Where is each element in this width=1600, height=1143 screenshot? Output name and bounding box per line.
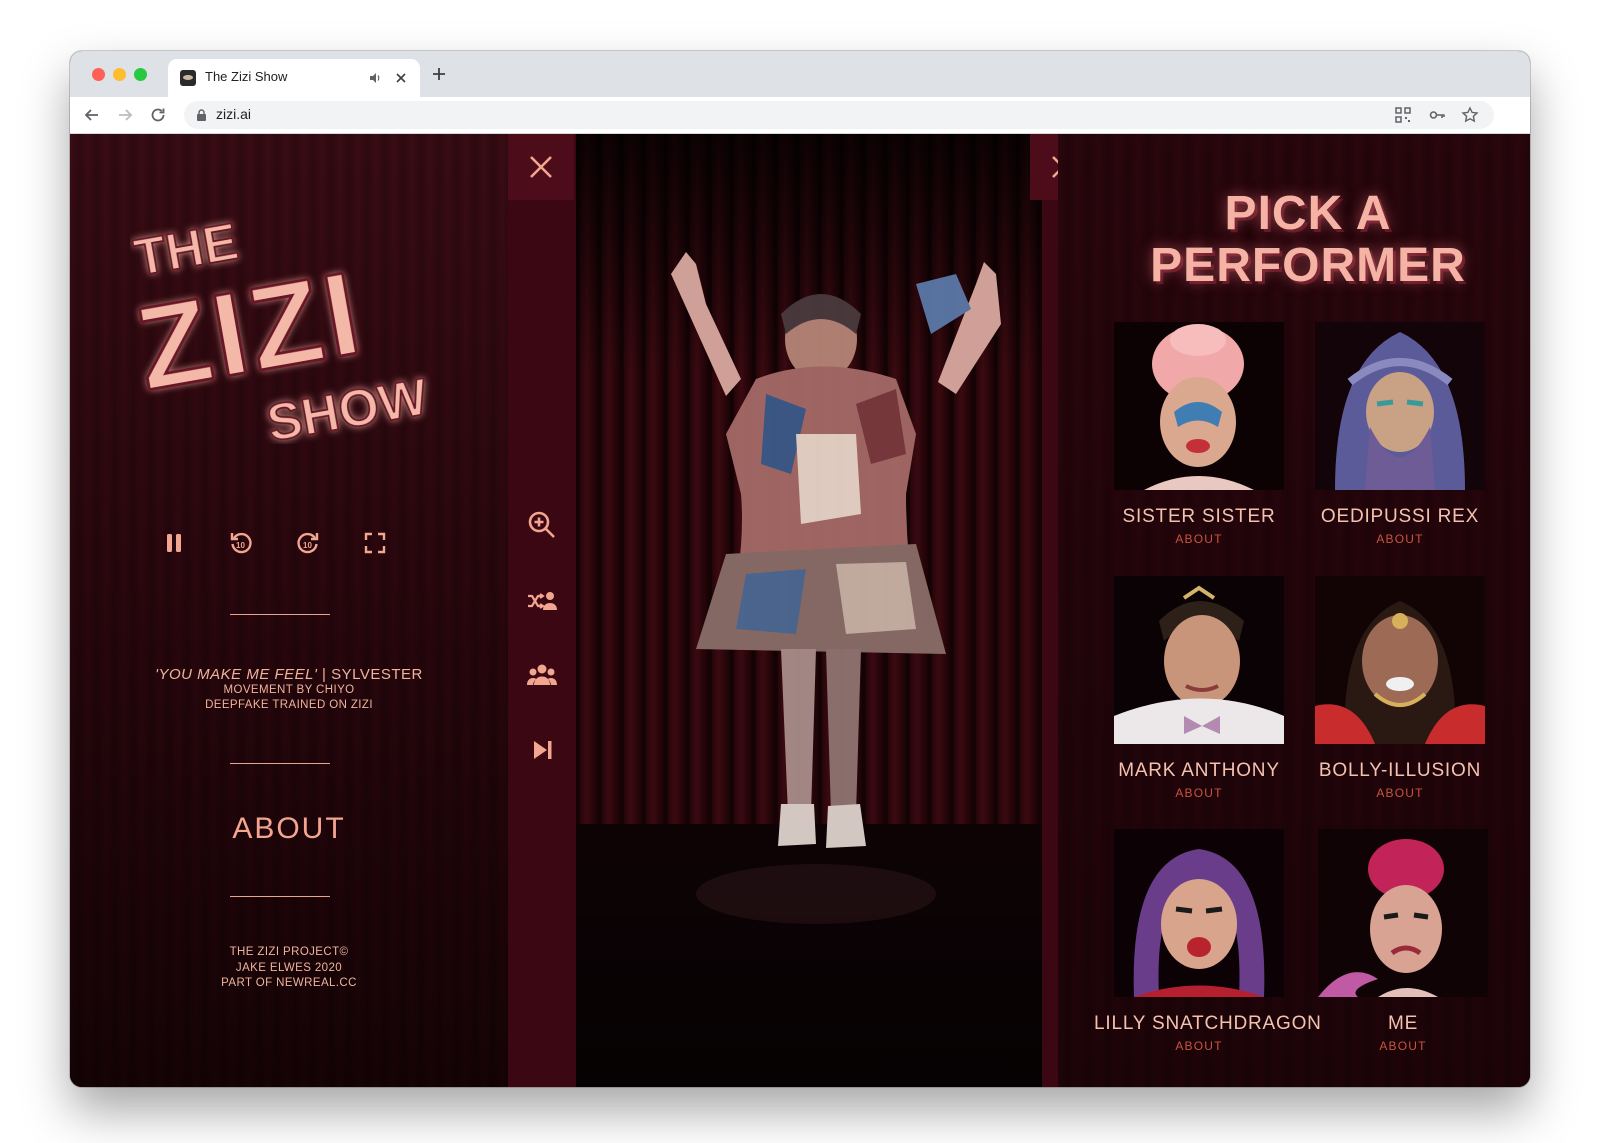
about-performer-link[interactable]: ABOUT — [1114, 1039, 1284, 1053]
about-performer-link[interactable]: ABOUT — [1114, 786, 1284, 800]
performer-name: BOLLY-ILLUSION — [1318, 760, 1482, 781]
rewind-10-icon[interactable]: 10 — [227, 529, 255, 557]
maximize-window-button[interactable] — [134, 68, 147, 81]
performer-name: MARK ANTHONY — [1118, 760, 1280, 781]
song-artist: | SYLVESTER — [317, 666, 423, 683]
site-favicon-icon — [180, 70, 196, 86]
footer-credits: THE ZIZI PROJECT© JAKE ELWES 2020 PART O… — [70, 945, 508, 992]
close-icon — [530, 156, 552, 178]
fullscreen-icon[interactable] — [361, 529, 389, 557]
forward-arrow-icon[interactable] — [115, 105, 135, 125]
shuffle-performer-icon[interactable] — [526, 585, 558, 617]
audio-playing-icon[interactable] — [368, 71, 382, 85]
performer-video — [576, 134, 1042, 1087]
picker-strip — [1042, 134, 1058, 1087]
footer-project: THE ZIZI PROJECT© — [229, 946, 349, 958]
about-performer-link[interactable]: ABOUT — [1315, 786, 1485, 800]
forward-10-icon[interactable]: 10 — [294, 529, 322, 557]
tab-close-icon[interactable] — [392, 69, 410, 87]
performer-portrait — [1114, 322, 1284, 490]
tab-title: The Zizi Show — [205, 69, 288, 84]
performer-name: ME — [1387, 1013, 1419, 1034]
picker-title: PICK A PERFORMER — [1118, 188, 1498, 292]
new-tab-icon[interactable] — [430, 65, 448, 83]
picker-title-line2: PERFORMER — [1150, 239, 1466, 292]
performer-name: SISTER SISTER — [1122, 506, 1276, 527]
picker-title-line1: PICK A — [1224, 187, 1392, 240]
about-performer-link[interactable]: ABOUT — [1318, 1039, 1488, 1053]
performer-card-mark-anthony[interactable]: MARK ANTHONY ABOUT — [1114, 576, 1284, 806]
skip-next-icon[interactable] — [526, 734, 558, 766]
zoom-in-icon[interactable] — [526, 509, 558, 541]
group-icon[interactable] — [526, 659, 558, 691]
performer-card-me[interactable]: ME ABOUT — [1318, 829, 1488, 1059]
url-text: zizi.ai — [216, 106, 252, 122]
performer-card-bolly-illusion[interactable]: BOLLY-ILLUSION ABOUT — [1315, 576, 1485, 806]
footer-artist: JAKE ELWES 2020 — [235, 961, 343, 974]
divider — [230, 614, 330, 615]
performer-card-sister-sister[interactable]: SISTER SISTER ABOUT — [1114, 322, 1284, 552]
browser-tab[interactable]: The Zizi Show — [168, 59, 420, 97]
tool-strip — [508, 134, 576, 1087]
qr-code-icon[interactable] — [1394, 106, 1412, 124]
performer-portrait — [1114, 829, 1284, 997]
deepfake-credit: DEEPFAKE TRAINED ON ZIZI — [205, 699, 373, 711]
svg-text:10: 10 — [303, 541, 312, 550]
close-info-button[interactable] — [508, 134, 574, 200]
performer-portrait — [1114, 576, 1284, 744]
performer-portrait — [1315, 576, 1485, 744]
pause-icon[interactable] — [160, 529, 188, 557]
tab-bar: The Zizi Show — [70, 51, 1530, 97]
bookmark-star-icon[interactable] — [1461, 106, 1479, 124]
back-arrow-icon[interactable] — [82, 105, 102, 125]
password-key-icon[interactable] — [1428, 106, 1446, 124]
performer-picker: PICK A PERFORMER SISTER SISTER ABOUT OED… — [1058, 134, 1530, 1087]
performer-name: OEDIPUSSI REX — [1320, 506, 1480, 527]
movement-credit: MOVEMENT BY CHIYO — [223, 684, 355, 696]
about-performer-link[interactable]: ABOUT — [1114, 532, 1284, 546]
address-bar[interactable]: zizi.ai — [184, 101, 1494, 129]
minimize-window-button[interactable] — [113, 68, 126, 81]
lock-icon — [197, 109, 206, 121]
performer-name: LILLY SNATCHDRAGON — [1094, 1013, 1322, 1034]
divider — [230, 896, 330, 897]
performer-card-oedipussi-rex[interactable]: OEDIPUSSI REX ABOUT — [1315, 322, 1485, 552]
zizi-show-logo: THE ZIZI SHOW — [130, 212, 434, 444]
browser-window: The Zizi Show zizi.ai THE ZIZI SHOW 10 1… — [70, 51, 1530, 1087]
footer-link[interactable]: PART OF NEWREAL.CC — [70, 976, 508, 992]
performer-portrait — [1315, 322, 1485, 490]
info-panel: THE ZIZI SHOW 10 10 'YOU MAKE ME FEEL' |… — [70, 134, 508, 1087]
about-link[interactable]: ABOUT — [70, 812, 508, 846]
svg-text:10: 10 — [236, 541, 245, 550]
about-performer-link[interactable]: ABOUT — [1315, 532, 1485, 546]
reload-icon[interactable] — [148, 105, 168, 125]
song-title: 'YOU MAKE ME FEEL' — [155, 666, 318, 683]
song-credit: 'YOU MAKE ME FEEL' | SYLVESTER MOVEMENT … — [70, 666, 508, 713]
browser-toolbar: zizi.ai — [70, 97, 1530, 134]
video-stage[interactable] — [576, 134, 1042, 1087]
playback-controls: 10 10 — [70, 529, 508, 559]
performer-card-lilly-snatchdragon[interactable]: LILLY SNATCHDRAGON ABOUT — [1094, 829, 1321, 1059]
performer-portrait — [1318, 829, 1488, 997]
close-window-button[interactable] — [92, 68, 105, 81]
divider — [230, 763, 330, 764]
page-content: THE ZIZI SHOW 10 10 'YOU MAKE ME FEEL' |… — [70, 134, 1530, 1087]
